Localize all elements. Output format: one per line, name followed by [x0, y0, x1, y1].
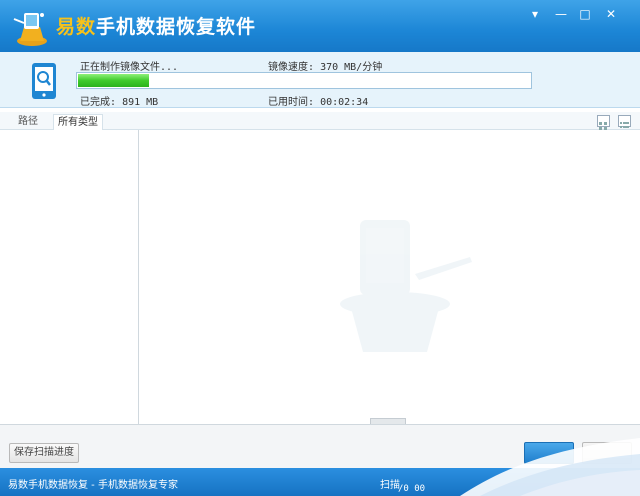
primary-action-button[interactable]	[524, 442, 574, 464]
status-text: 易数手机数据恢复 - 手机数据恢复专家	[8, 480, 178, 491]
progress-bar-fill	[78, 74, 149, 87]
progress-bar	[76, 72, 532, 89]
maximize-button[interactable]: □	[574, 6, 596, 22]
grid-view-icon[interactable]	[597, 115, 610, 130]
done-value: 891 MB	[122, 97, 159, 108]
file-list-pane[interactable]	[140, 130, 640, 433]
app-logo-icon	[13, 13, 47, 46]
title-bar: 易数手机数据恢复软件 ▾ — □ ✕	[0, 0, 640, 52]
status-time-text: /0 00	[398, 484, 426, 494]
tab-all-types[interactable]: 所有类型	[53, 114, 103, 130]
menu-dropdown-icon[interactable]: ▾	[524, 6, 546, 22]
elapsed-label-text: 已用时间:	[268, 97, 315, 108]
list-view-icon[interactable]	[618, 115, 631, 128]
button-area: 保存扫描进度	[0, 424, 640, 468]
magic-hat-watermark-icon	[340, 220, 472, 352]
secondary-action-button[interactable]	[582, 442, 632, 464]
speed-label: 镜像速度: 370 MB/分钟	[268, 58, 382, 73]
status-right-text: 扫描	[380, 480, 400, 491]
folder-tree-pane[interactable]	[0, 130, 139, 424]
save-scan-progress-button[interactable]: 保存扫描进度	[9, 443, 79, 463]
close-button[interactable]: ✕	[600, 6, 622, 22]
tab-path[interactable]: 路径	[14, 114, 42, 130]
tab-strip: 路径 所有类型	[0, 112, 640, 130]
app-title-prefix: 易数	[56, 16, 97, 38]
done-label-text: 已完成:	[80, 97, 117, 108]
elapsed-label: 已用时间: 00:02:34	[268, 93, 368, 108]
minimize-button[interactable]: —	[550, 6, 572, 22]
progress-status-label: 正在制作镜像文件...	[80, 62, 179, 73]
app-title-rest: 手机数据恢复软件	[96, 16, 257, 38]
phone-search-icon	[32, 63, 56, 99]
elapsed-value: 00:02:34	[320, 97, 369, 108]
status-bar: 易数手机数据恢复 - 手机数据恢复专家 扫描 /0 00	[0, 468, 640, 496]
done-label: 已完成: 891 MB	[80, 93, 158, 108]
app-title: 易数手机数据恢复软件	[56, 12, 256, 39]
